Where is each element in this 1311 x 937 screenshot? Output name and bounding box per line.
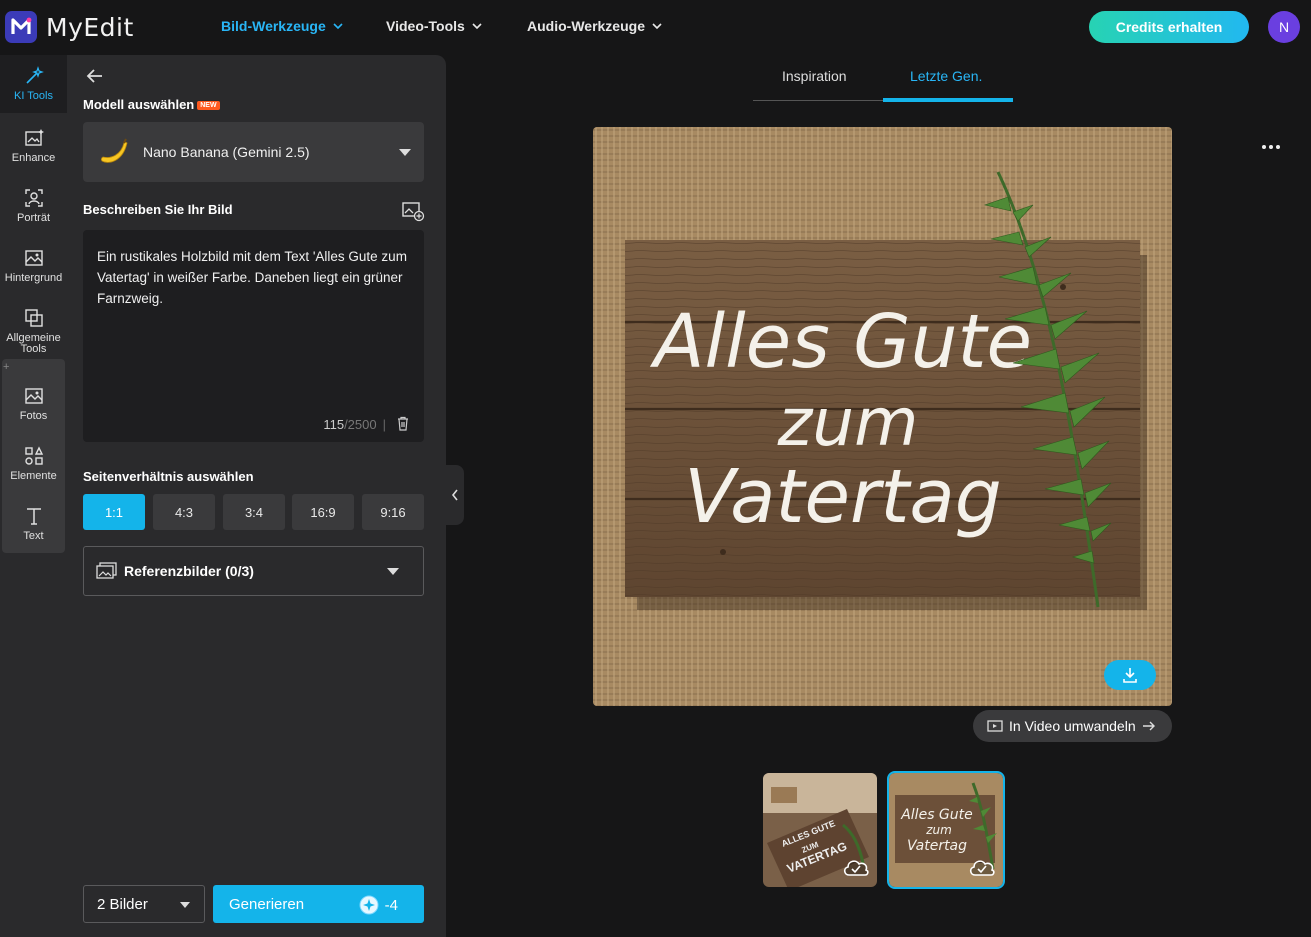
- rail-label: Hintergrund: [4, 272, 63, 284]
- thumbnail-1[interactable]: ALLES GUTE ZUM VATERTAG: [763, 773, 877, 887]
- banana-icon: [100, 138, 128, 163]
- image-count-select[interactable]: 2 Bilder: [83, 885, 205, 923]
- arrow-right-icon: [1142, 721, 1155, 731]
- caret-down-icon: [387, 568, 399, 575]
- cloud-check-icon: [969, 860, 995, 876]
- rail-item-fotos[interactable]: Fotos: [0, 375, 67, 433]
- collapse-panel-button[interactable]: [446, 465, 464, 525]
- side-panel: Modell auswählen NEW Nano Banana (Gemini …: [67, 55, 446, 937]
- rail-label: Enhance: [11, 152, 56, 164]
- background-icon: [24, 250, 43, 266]
- char-counter: 115/2500 |: [323, 417, 386, 432]
- new-badge: NEW: [197, 101, 220, 111]
- describe-title: Beschreiben Sie Ihr Bild: [83, 202, 233, 217]
- rail-item-ki-tools[interactable]: KI Tools: [0, 55, 67, 113]
- model-value: Nano Banana (Gemini 2.5): [143, 144, 310, 160]
- avatar[interactable]: N: [1268, 11, 1300, 43]
- model-select[interactable]: Nano Banana (Gemini 2.5): [83, 122, 424, 182]
- download-button[interactable]: [1104, 660, 1156, 690]
- reference-label: Referenzbilder (0/3): [124, 563, 254, 579]
- sign-text-line-2: zum: [777, 384, 919, 461]
- nav-audio-werkzeuge[interactable]: Audio-Werkzeuge: [527, 18, 663, 34]
- tool-rail: KI Tools Enhance Porträt Hintergrund All…: [0, 55, 67, 937]
- credit-cost: -4: [359, 895, 398, 915]
- caret-down-icon: [399, 149, 411, 156]
- ratio-16-9-button[interactable]: 16:9: [292, 494, 354, 530]
- trash-icon[interactable]: [396, 416, 410, 431]
- chevron-left-icon: [451, 489, 458, 501]
- char-count: 115: [323, 417, 345, 432]
- rail-label: KI Tools: [14, 90, 53, 102]
- caret-down-icon: [180, 902, 190, 908]
- nav-bild-werkzeuge[interactable]: Bild-Werkzeuge: [221, 18, 344, 34]
- chevron-down-icon: [333, 23, 343, 30]
- nav-video-tools[interactable]: Video-Tools: [386, 18, 483, 34]
- image-count-label: 2 Bilder: [97, 895, 148, 913]
- chevron-down-icon: [472, 23, 482, 30]
- rail-item-enhance[interactable]: Enhance: [0, 117, 67, 175]
- prompt-textarea[interactable]: Ein rustikales Holzbild mit dem Text 'Al…: [83, 230, 424, 442]
- rail-label: Fotos: [19, 410, 48, 422]
- nav-label: Audio-Werkzeuge: [527, 18, 645, 34]
- active-tab-indicator: [883, 98, 1013, 102]
- thumbnail-2-line-2: zum: [925, 823, 952, 837]
- credits-button[interactable]: Credits erhalten: [1089, 11, 1249, 43]
- image-to-prompt-icon[interactable]: [401, 200, 425, 222]
- reference-image-icon: [96, 562, 117, 579]
- app-name[interactable]: MyEdit: [46, 13, 134, 42]
- rail-item-text[interactable]: Text: [0, 495, 67, 553]
- rail-item-allgemeine-tools[interactable]: Allgemeine Tools: [0, 297, 67, 355]
- tab-letzte-gen[interactable]: Letzte Gen.: [910, 68, 982, 84]
- ratio-1-1-button[interactable]: 1:1: [83, 494, 145, 530]
- ratio-3-4-button[interactable]: 3:4: [223, 494, 285, 530]
- video-icon: [987, 720, 1003, 732]
- model-title-text: Modell auswählen: [83, 97, 195, 112]
- rail-label: Elemente: [10, 470, 57, 482]
- download-icon: [1123, 668, 1137, 683]
- generate-label: Generieren: [229, 895, 305, 913]
- rail-label: Porträt: [16, 212, 50, 224]
- credit-cost-value: -4: [384, 896, 398, 914]
- generated-image-graphic: Alles Gute zum Vatertag: [593, 127, 1172, 706]
- thumbnail-2-line-1: Alles Gute: [900, 807, 973, 823]
- rail-label: Allgemeine Tools: [6, 332, 61, 355]
- back-arrow-icon[interactable]: [85, 66, 105, 86]
- sign-text-line-1: Alles Gute: [650, 299, 1032, 385]
- char-max: /2500: [344, 417, 377, 432]
- generate-button[interactable]: Generieren -4: [213, 885, 424, 923]
- more-options-icon[interactable]: [1258, 138, 1284, 156]
- portrait-icon: [24, 189, 43, 207]
- thumbnail-2[interactable]: Alles Gute zum Vatertag: [887, 771, 1005, 889]
- rail-item-portrait[interactable]: Porträt: [0, 177, 67, 235]
- rail-item-hintergrund[interactable]: Hintergrund: [0, 237, 67, 295]
- cloud-check-icon: [843, 860, 869, 876]
- model-title: Modell auswählen NEW: [83, 97, 220, 112]
- top-bar: MyEdit Bild-Werkzeuge Video-Tools Audio-…: [0, 0, 1311, 55]
- myedit-logo-icon[interactable]: [5, 11, 37, 43]
- chevron-down-icon: [652, 23, 662, 30]
- ratio-9-16-button[interactable]: 9:16: [362, 494, 424, 530]
- thumbnail-2-line-3: Vatertag: [907, 838, 967, 854]
- sign-text-line-3: Vatertag: [684, 454, 1002, 540]
- convert-to-video-label: In Video umwandeln: [1009, 718, 1136, 734]
- rail-item-elemente[interactable]: Elemente: [0, 435, 67, 493]
- credit-coin-icon: [359, 895, 379, 915]
- prompt-text[interactable]: Ein rustikales Holzbild mit dem Text 'Al…: [97, 246, 413, 309]
- nav-label: Video-Tools: [386, 18, 465, 34]
- tools-icon: [24, 309, 43, 327]
- enhance-icon: [24, 129, 44, 146]
- plus-icon[interactable]: +: [3, 361, 9, 373]
- nav-label: Bild-Werkzeuge: [221, 18, 326, 34]
- convert-to-video-button[interactable]: In Video umwandeln: [973, 710, 1172, 742]
- tab-inspiration[interactable]: Inspiration: [782, 68, 847, 84]
- magic-wand-icon: [25, 66, 44, 84]
- ratio-4-3-button[interactable]: 4:3: [153, 494, 215, 530]
- generated-image[interactable]: Alles Gute zum Vatertag: [593, 127, 1172, 706]
- elements-icon: [24, 446, 43, 465]
- ratio-title: Seitenverhältnis auswählen: [83, 469, 254, 484]
- text-icon: [26, 508, 41, 525]
- reference-images-select[interactable]: Referenzbilder (0/3): [83, 546, 424, 596]
- photos-icon: [24, 388, 43, 404]
- rail-label: Text: [23, 530, 44, 542]
